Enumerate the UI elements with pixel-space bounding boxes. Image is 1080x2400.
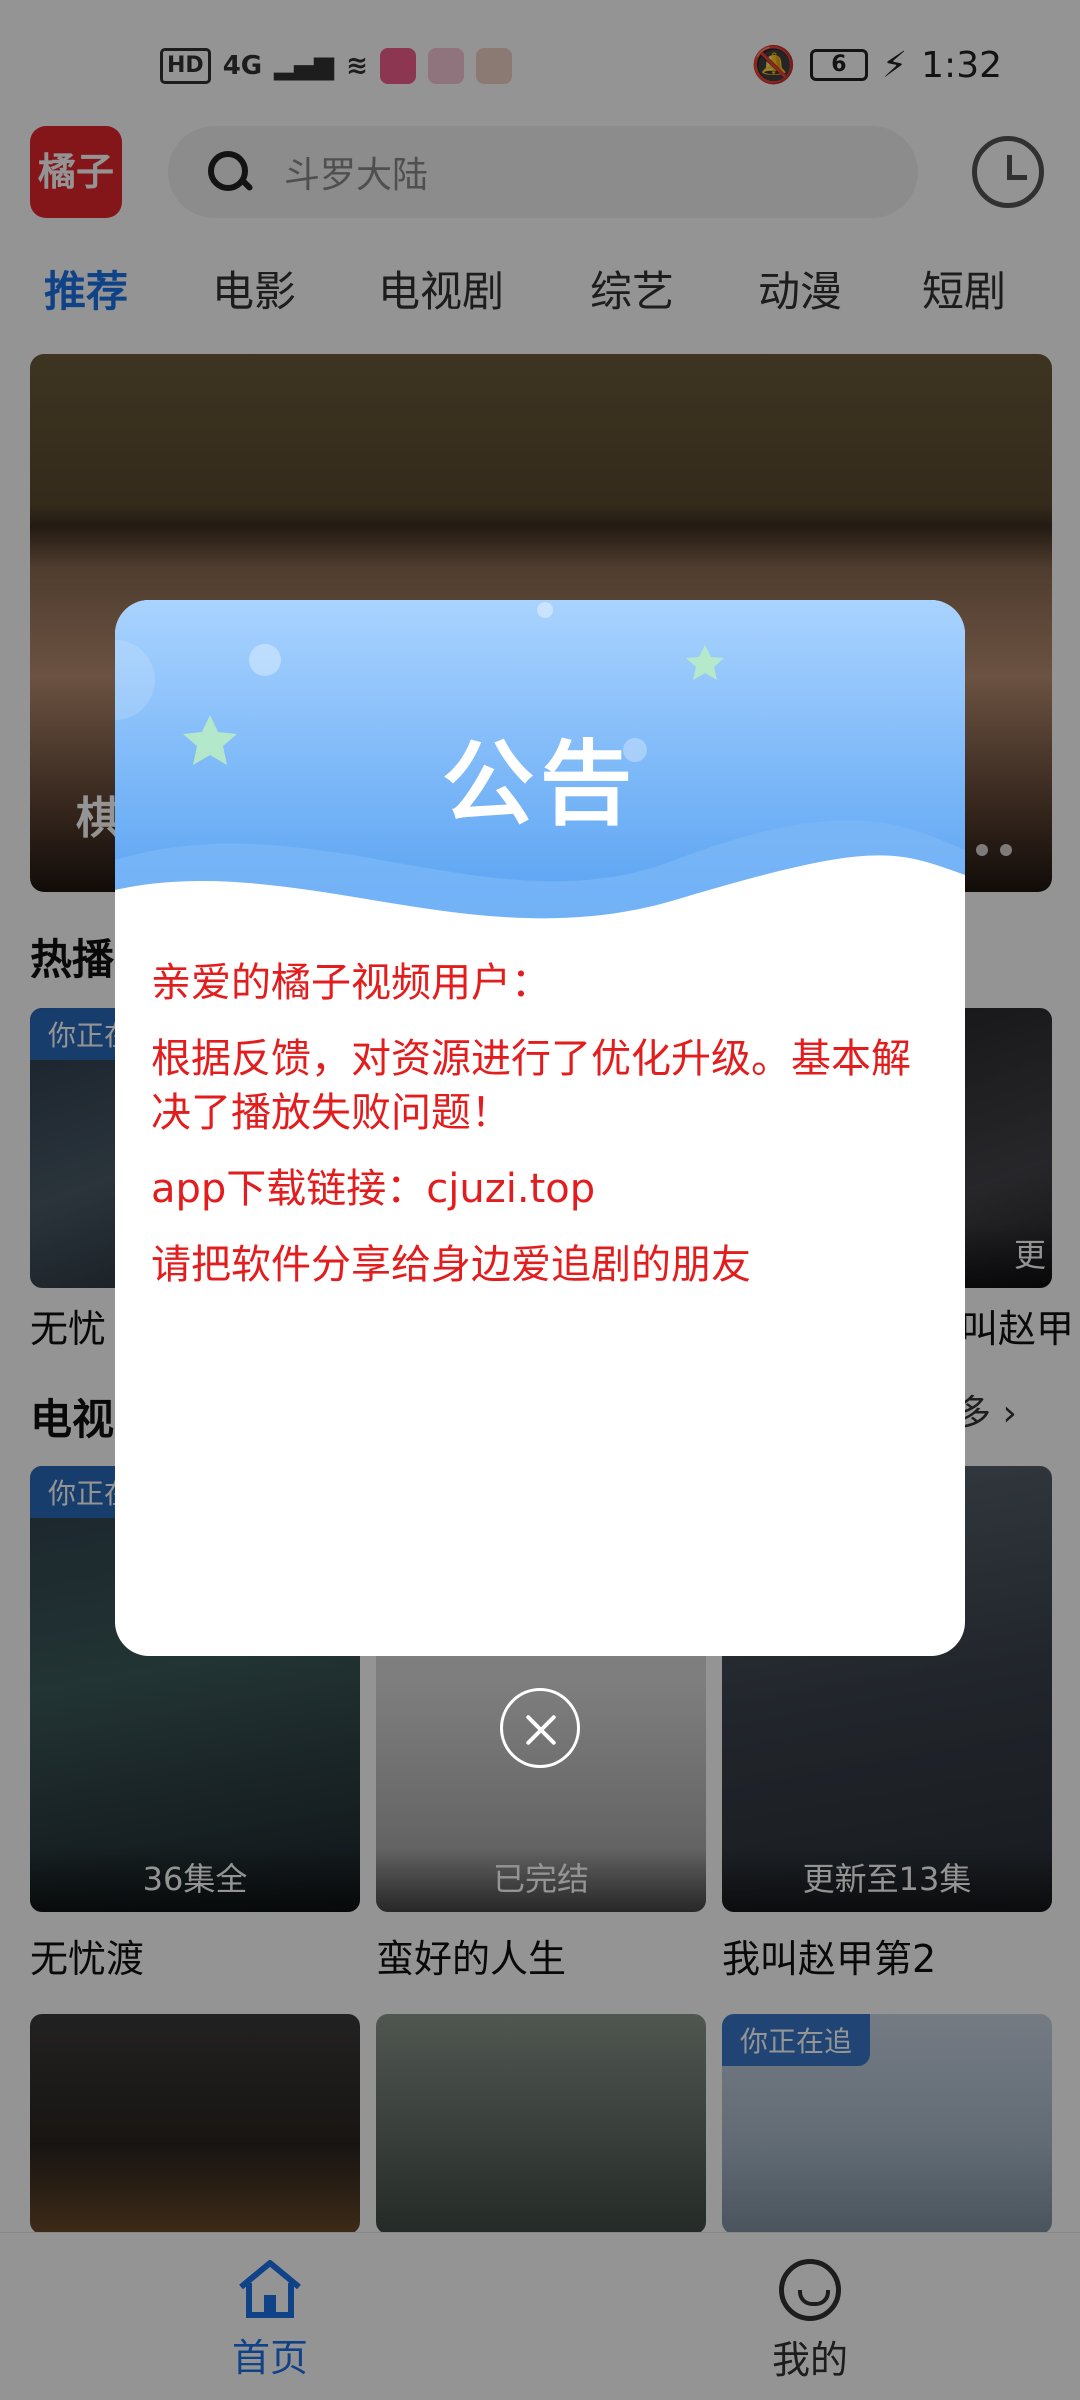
announcement-dialog: 公告 亲爱的橘子视频用户： 根据反馈，对资源进行了优化升级。基本解决了播放失败问…: [115, 600, 965, 1656]
dialog-title: 公告: [441, 731, 638, 838]
notice-line-greeting: 亲爱的橘子视频用户：: [151, 960, 551, 1006]
dialog-body: 亲爱的橘子视频用户： 根据反馈，对资源进行了优化升级。基本解决了播放失败问题！ …: [151, 956, 941, 1314]
notice-line-share: 请把软件分享给身边爱追剧的朋友: [151, 1242, 751, 1288]
dialog-header: 公告: [115, 600, 965, 960]
notice-line-update: 根据反馈，对资源进行了优化升级。基本解决了播放失败问题！: [151, 1036, 911, 1136]
close-dialog-button[interactable]: [500, 1688, 580, 1768]
notice-line-download[interactable]: app下载链接：cjuzi.top: [151, 1162, 941, 1216]
